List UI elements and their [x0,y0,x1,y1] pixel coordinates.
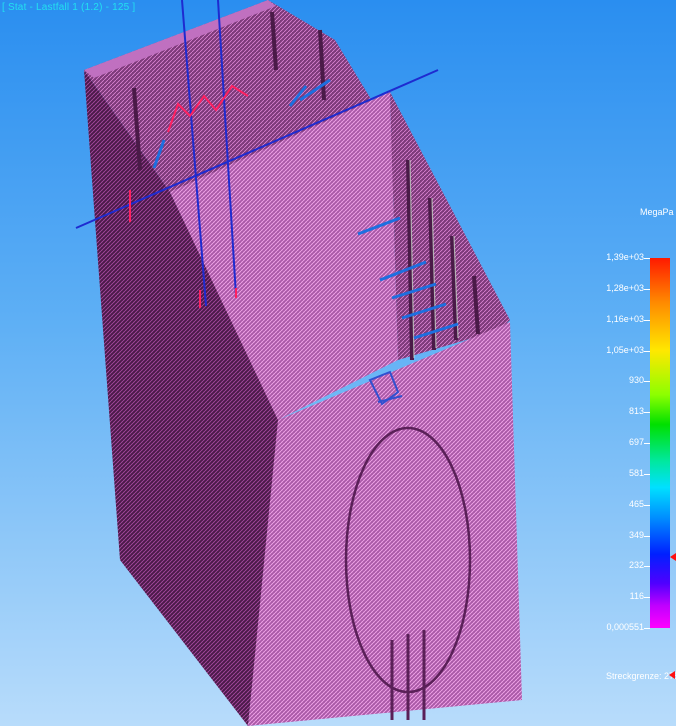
legend-tick-mark [644,597,650,599]
fem-viewport[interactable] [0,0,676,726]
legend-tick-mark [644,350,650,352]
legend-tick-label: 697 [628,437,644,447]
legend-tick-label: 581 [628,467,644,478]
legend-tick-mark [644,628,650,629]
legend-tick-label: 1,39e+03 [606,252,644,262]
yield-arrow-icon [669,671,675,679]
legend-marker-icon [670,553,676,561]
legend-tick-mark [644,504,650,506]
legend-tick-label: 1,16e+03 [606,313,644,324]
legend-tick-label: 1,05e+03 [606,344,644,355]
legend-tick-label: 232 [628,560,644,571]
yield-strength-label: Streckgrenze: 275 [606,671,676,681]
stress-colorbar [650,258,670,628]
legend-tick-label: 1,28e+03 [606,282,644,293]
legend-tick-mark [644,288,650,290]
legend-tick-mark [644,566,650,568]
legend-tick-label: 349 [628,529,644,540]
legend-tick-mark [644,443,650,444]
legend-tick-label: 0,000551 [606,622,644,632]
legend-tick-label: 116 [629,591,644,602]
legend-tick-label: 465 [628,498,644,509]
legend-tick-mark [644,412,650,414]
legend-tick-mark [644,258,650,259]
legend-tick-mark [644,535,650,537]
legend-unit: MegaPa [640,207,674,217]
window-title: [ Stat - Lastfall 1 (1.2) - 125 ] [2,2,136,13]
legend-tick-label: 813 [628,406,644,417]
legend-tick-label: 930 [628,375,644,386]
legend-tick-mark [644,381,650,383]
legend-tick-mark [644,319,650,321]
legend-tick-mark [644,473,650,475]
